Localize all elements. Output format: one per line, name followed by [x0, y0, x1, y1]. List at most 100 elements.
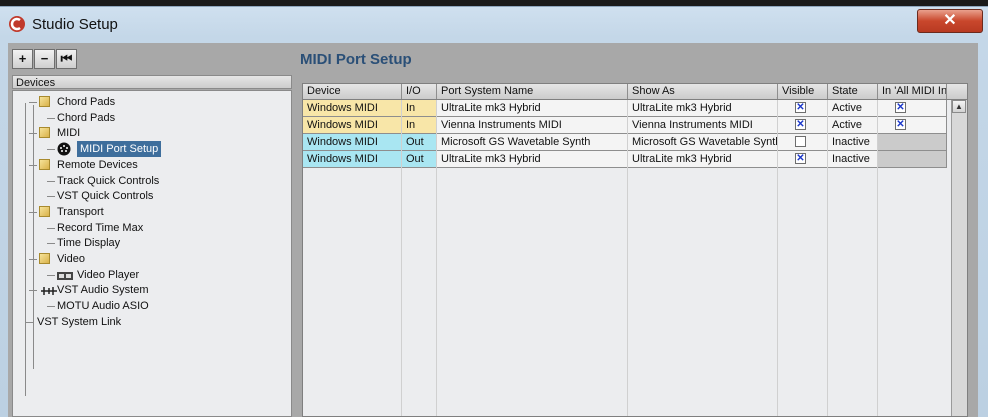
title-bar[interactable]: Studio Setup ✕: [0, 7, 988, 43]
table-cell-device[interactable]: Windows MIDI: [303, 134, 402, 151]
checked-checkbox-icon[interactable]: ✕: [795, 102, 806, 113]
table-cell-state[interactable]: Active: [828, 117, 878, 134]
tree-item-label: Video Player: [77, 268, 140, 281]
tree-item[interactable]: Time Display: [13, 235, 291, 251]
all-midi-inputs-cell[interactable]: [878, 151, 947, 168]
all-midi-inputs-cell[interactable]: ✕: [878, 117, 947, 134]
devices-toolbar: + − ⏮: [12, 49, 78, 69]
tree-item[interactable]: MIDI Port Setup: [13, 141, 291, 158]
devices-tree[interactable]: Chord Pads Chord Pads MIDI MIDI Port Setup R…: [12, 90, 292, 417]
tree-item-label: VST Quick Controls: [57, 190, 154, 203]
tree-item-label: Time Display: [57, 237, 121, 250]
all-midi-inputs-cell[interactable]: ✕: [878, 100, 947, 117]
column-separator: [877, 100, 878, 416]
visible-checkbox-cell[interactable]: [778, 134, 828, 151]
tree-item[interactable]: Video Player: [13, 267, 291, 283]
tree-item[interactable]: Chord Pads: [13, 94, 291, 110]
vertical-scrollbar[interactable]: ▲: [951, 100, 967, 416]
devices-header: Devices: [12, 75, 292, 89]
checked-checkbox-icon[interactable]: ✕: [895, 119, 906, 130]
devices-panel: + − ⏮ Devices Chord Pads Chord Pads MIDI MI…: [8, 43, 294, 417]
column-header[interactable]: Port System Name: [437, 84, 628, 99]
unchecked-checkbox-icon[interactable]: [795, 136, 806, 147]
table-cell-io[interactable]: Out: [402, 151, 437, 168]
table-row[interactable]: Windows MIDI Out Microsoft GS Wavetable Sy…: [303, 134, 967, 151]
folder-icon: [39, 96, 50, 107]
tree-connector: [47, 243, 55, 245]
table-cell-port-system-name[interactable]: UltraLite mk3 Hybrid: [437, 151, 628, 168]
tree-item[interactable]: VST System Link: [13, 314, 291, 330]
table-cell-show-as[interactable]: UltraLite mk3 Hybrid: [628, 151, 778, 168]
tree-item[interactable]: Remote Devices: [13, 157, 291, 173]
column-separator: [401, 100, 402, 416]
table-cell-port-system-name[interactable]: Microsoft GS Wavetable Synth: [437, 134, 628, 151]
studio-setup-window: Studio Setup ✕ + − ⏮ Devices Chord Pads C…: [0, 6, 988, 417]
tree-item-label: Transport: [57, 205, 104, 218]
tree-connector: [47, 274, 55, 276]
table-cell-show-as[interactable]: UltraLite mk3 Hybrid: [628, 100, 778, 117]
tree-item[interactable]: VST Audio System: [13, 282, 291, 298]
scroll-up-arrow-icon[interactable]: ▲: [952, 100, 966, 113]
column-header[interactable]: Visible: [778, 84, 828, 99]
close-button[interactable]: ✕: [917, 9, 983, 33]
tree-item[interactable]: Transport: [13, 204, 291, 220]
tree-item-label: Record Time Max: [57, 221, 144, 234]
column-header[interactable]: I/O: [402, 84, 437, 99]
table-cell-device[interactable]: Windows MIDI: [303, 100, 402, 117]
tree-item[interactable]: MOTU Audio ASIO: [13, 298, 291, 314]
checked-checkbox-icon[interactable]: ✕: [895, 102, 906, 113]
visible-checkbox-cell[interactable]: ✕: [778, 100, 828, 117]
add-device-button[interactable]: +: [12, 49, 33, 69]
tree-item-label: VST Audio System: [57, 284, 149, 297]
table-cell-io[interactable]: In: [402, 117, 437, 134]
checked-checkbox-icon[interactable]: ✕: [795, 119, 806, 130]
table-cell-io[interactable]: In: [402, 100, 437, 117]
tree-item[interactable]: Track Quick Controls: [13, 173, 291, 189]
table-row[interactable]: Windows MIDI Out UltraLite mk3 Hybrid Ultra…: [303, 151, 967, 168]
table-cell-show-as[interactable]: Microsoft GS Wavetable Synth: [628, 134, 778, 151]
all-midi-inputs-cell[interactable]: [878, 134, 947, 151]
column-header[interactable]: State: [828, 84, 878, 99]
checked-checkbox-icon[interactable]: ✕: [795, 153, 806, 164]
column-header[interactable]: Device: [303, 84, 402, 99]
table-cell-io[interactable]: Out: [402, 134, 437, 151]
folder-icon: [39, 158, 50, 170]
table-cell-device[interactable]: Windows MIDI: [303, 151, 402, 168]
tree-item[interactable]: MIDI: [13, 125, 291, 141]
table-cell-port-system-name[interactable]: Vienna Instruments MIDI: [437, 117, 628, 134]
tree-item-label: Track Quick Controls: [57, 174, 160, 187]
folder-icon: [39, 253, 50, 264]
visible-checkbox-cell[interactable]: ✕: [778, 117, 828, 134]
table-row[interactable]: Windows MIDI In Vienna Instruments MIDI Vie…: [303, 117, 967, 134]
tree-connector: [47, 149, 55, 151]
window-title: Studio Setup: [32, 16, 118, 33]
tree-item-label: Video: [57, 253, 85, 265]
table-cell-port-system-name[interactable]: UltraLite mk3 Hybrid: [437, 100, 628, 117]
table-cell-state[interactable]: Active: [828, 100, 878, 117]
table-cell-show-as[interactable]: Vienna Instruments MIDI: [628, 117, 778, 134]
table-cell-state[interactable]: Inactive: [828, 134, 878, 151]
tree-item-label: Remote Devices: [57, 158, 138, 171]
tree-item[interactable]: VST Quick Controls: [13, 188, 291, 204]
remove-device-button[interactable]: −: [34, 49, 55, 69]
folder-icon: [39, 127, 50, 139]
midi-port-setup-panel: MIDI Port Setup Device I/O Port System Nam…: [300, 43, 978, 417]
tree-item-label: MIDI: [57, 127, 81, 140]
tree-item[interactable]: Record Time Max: [13, 220, 291, 236]
tree-connector: [47, 180, 55, 182]
tree-item[interactable]: Video: [13, 251, 291, 267]
visible-checkbox-cell[interactable]: ✕: [778, 151, 828, 168]
table-cell-state[interactable]: Inactive: [828, 151, 878, 168]
tree-item[interactable]: Chord Pads: [13, 110, 291, 126]
folder-icon: [39, 205, 50, 217]
reset-device-button[interactable]: ⏮: [56, 49, 77, 69]
tree-trunk: [33, 105, 34, 369]
table-row[interactable]: Windows MIDI In UltraLite mk3 Hybrid UltraL…: [303, 100, 967, 117]
column-header[interactable]: In 'All MIDI Inputs': [878, 84, 947, 99]
tree-connector: [29, 102, 37, 103]
tree-connector: [47, 227, 55, 229]
table-cell-device[interactable]: Windows MIDI: [303, 117, 402, 134]
column-header[interactable]: Show As: [628, 84, 778, 99]
tree-item-label: Chord Pads: [57, 96, 116, 108]
tree-item-label: MOTU Audio ASIO: [57, 300, 149, 313]
